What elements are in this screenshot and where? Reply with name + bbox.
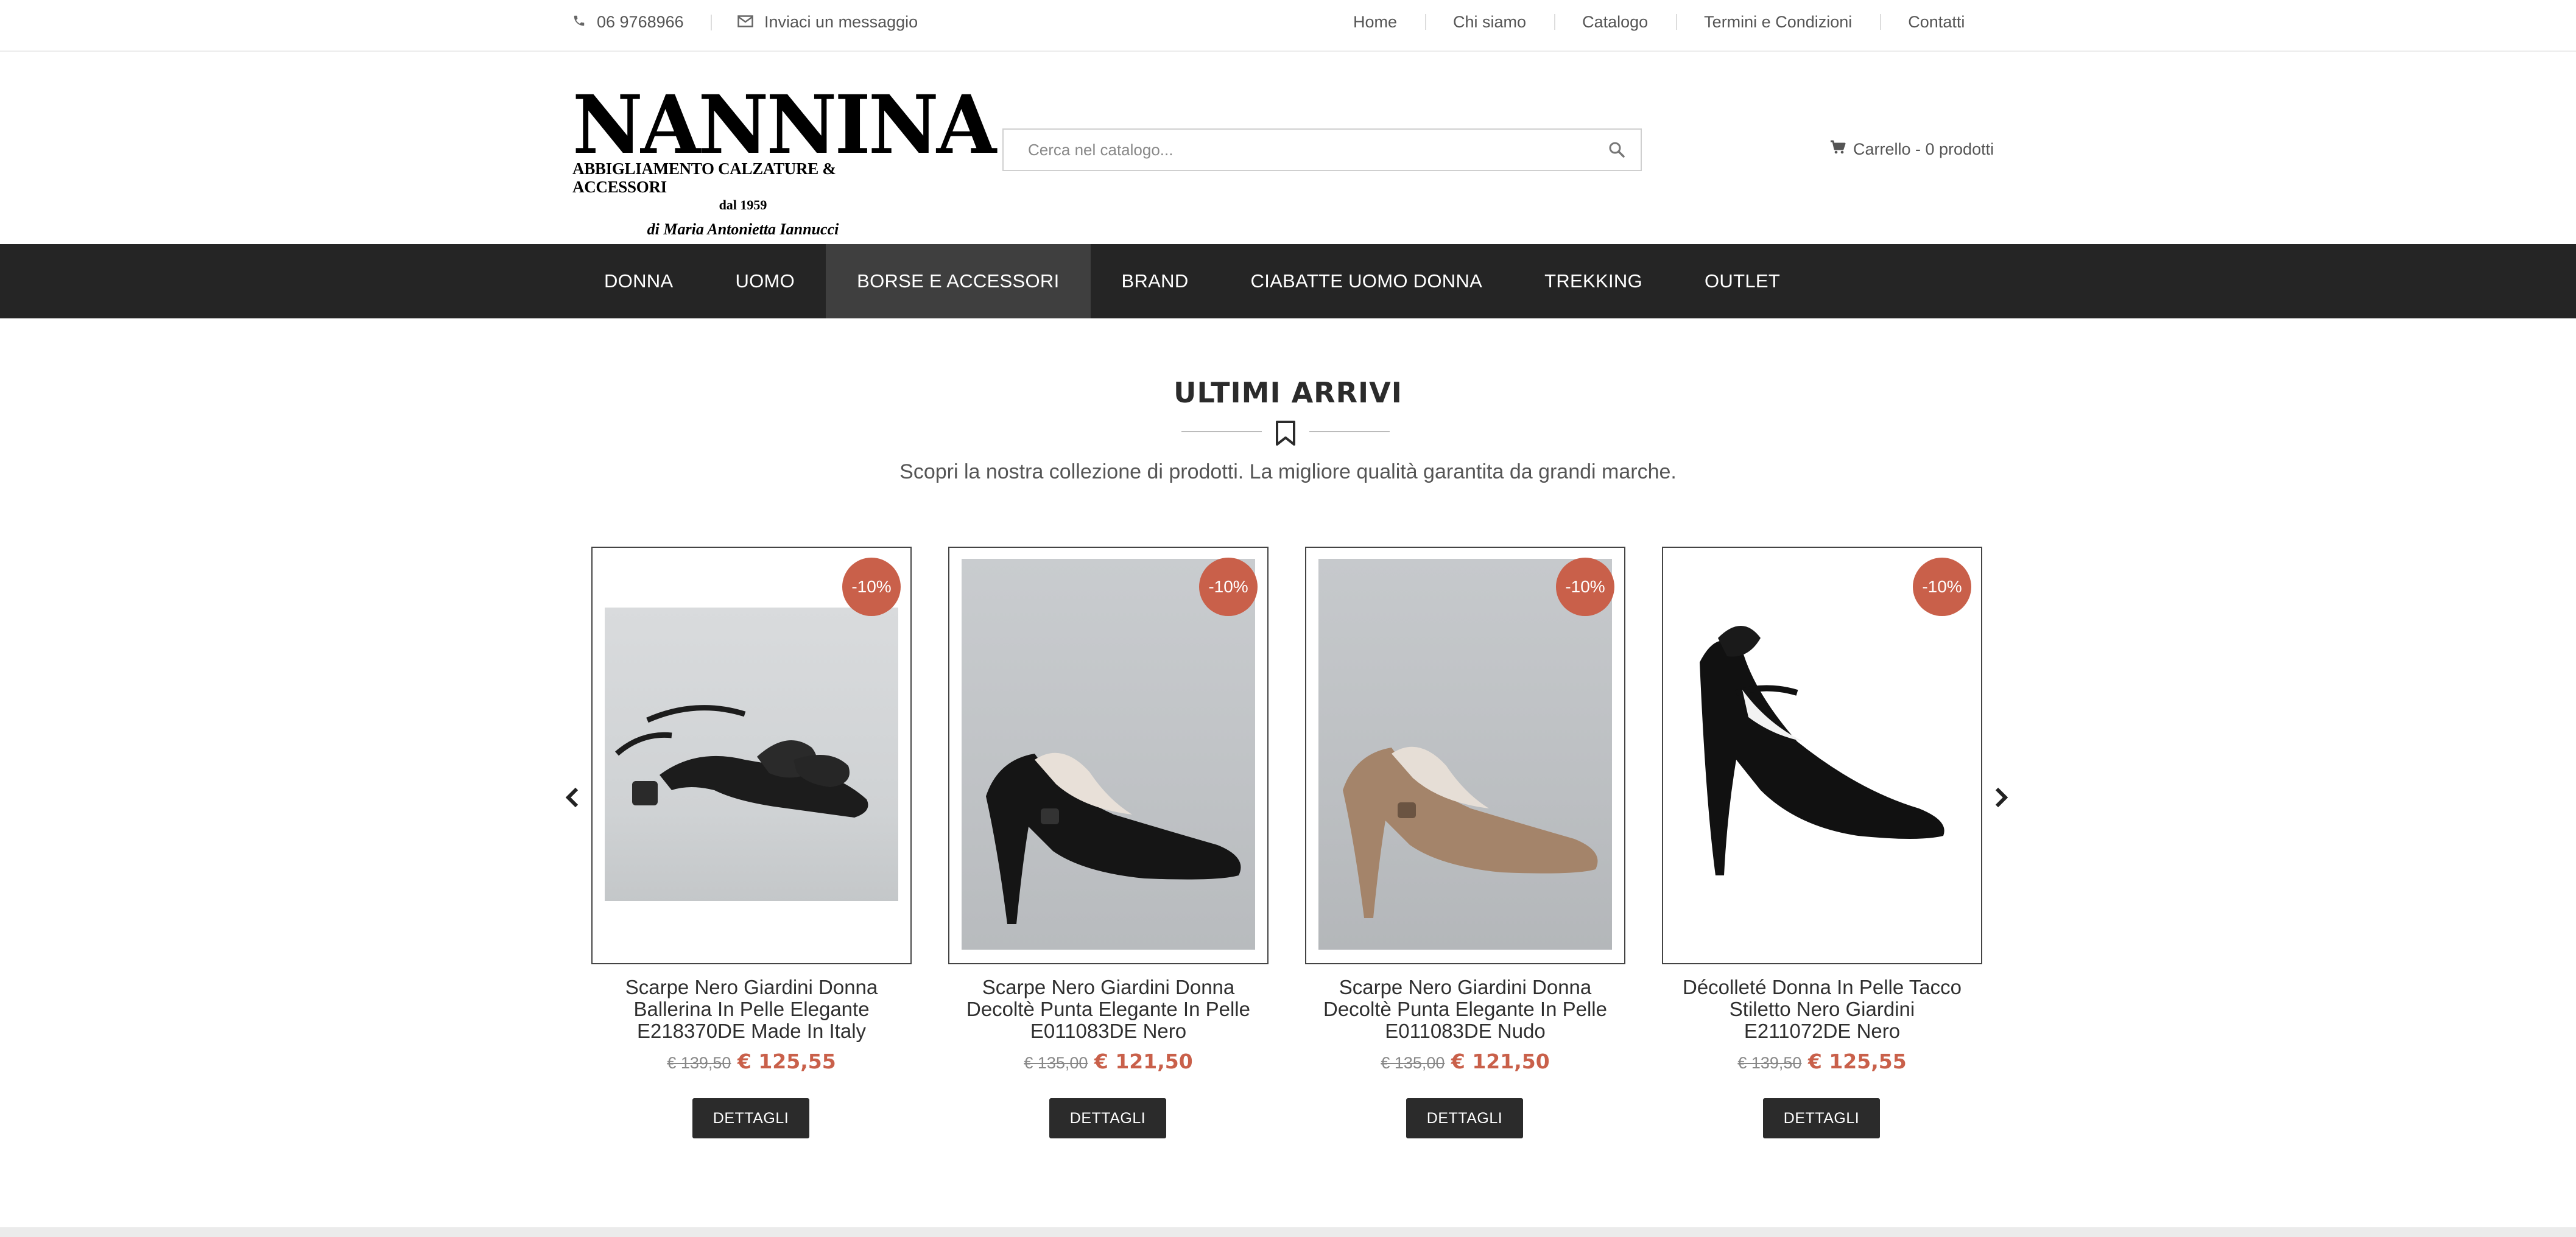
top-bar: 06 9768966 Inviaci un messaggio Home Chi… — [0, 0, 2576, 52]
cart-label: Carrello - 0 prodotti — [1853, 140, 1994, 158]
nav-brand[interactable]: BRAND — [1091, 244, 1220, 318]
discount-badge: -10% — [1913, 558, 1971, 616]
nav-ciabatte-uomo-donna[interactable]: CIABATTE UOMO DONNA — [1220, 244, 1514, 318]
title-divider-right — [1309, 431, 1390, 432]
product-image-frame[interactable]: -10% — [591, 547, 912, 964]
sale-price: € 121,50 — [1094, 1050, 1193, 1073]
product-image — [1318, 559, 1612, 950]
section-subtitle: Scopri la nostra collezione di prodotti.… — [899, 460, 1677, 483]
product-price: € 135,00 € 121,50 — [1305, 1050, 1625, 1073]
cart-icon — [1830, 140, 1846, 159]
discount-badge: -10% — [1556, 558, 1614, 616]
carousel-next-icon[interactable] — [1993, 787, 2010, 808]
product-name[interactable]: Scarpe Nero Giardini Donna Decoltè Punta… — [948, 976, 1269, 1042]
carousel-prev-icon[interactable] — [563, 787, 580, 808]
nav-uomo[interactable]: UOMO — [704, 244, 826, 318]
product-card[interactable]: -10% Décolleté Donna In Pelle Tacco Stil… — [1662, 547, 1982, 1138]
discount-badge: -10% — [1199, 558, 1258, 616]
topnav-home[interactable]: Home — [1325, 13, 1425, 32]
discount-badge: -10% — [842, 558, 901, 616]
old-price: € 135,00 — [1381, 1054, 1445, 1072]
sale-price: € 125,55 — [1807, 1050, 1907, 1073]
cart-link[interactable]: Carrello - 0 prodotti — [1830, 140, 1994, 159]
product-name[interactable]: Scarpe Nero Giardini Donna Decoltè Punta… — [1305, 976, 1625, 1042]
message-link[interactable]: Inviaci un messaggio — [737, 0, 918, 44]
section-title: ULTIMI ARRIVI — [1174, 376, 1402, 409]
logo-brand: NANNINA — [572, 78, 996, 172]
old-price: € 139,50 — [667, 1054, 731, 1072]
phone-number: 06 9768966 — [597, 12, 684, 31]
product-price: € 135,00 € 121,50 — [948, 1050, 1269, 1073]
product-card[interactable]: -10% Scarpe Nero Giardini Donna Ballerin… — [591, 547, 912, 1138]
phone-icon — [572, 13, 586, 32]
old-price: € 139,50 — [1737, 1054, 1802, 1072]
topnav-termini[interactable]: Termini e Condizioni — [1676, 13, 1880, 32]
details-button[interactable]: DETTAGLI — [692, 1098, 809, 1138]
envelope-icon — [737, 13, 753, 32]
site-logo[interactable]: NANNINA ABBIGLIAMENTO CALZATURE & ACCESS… — [572, 78, 996, 239]
search-input[interactable] — [1004, 130, 1552, 170]
sale-price: € 125,55 — [737, 1050, 836, 1073]
message-label: Inviaci un messaggio — [764, 12, 918, 31]
logo-since: dal 1959 — [719, 197, 767, 212]
sale-price: € 121,50 — [1451, 1050, 1550, 1073]
product-image — [962, 559, 1255, 950]
title-divider-left — [1181, 431, 1262, 432]
product-image-frame[interactable]: -10% — [1662, 547, 1982, 964]
details-button[interactable]: DETTAGLI — [1406, 1098, 1523, 1138]
product-price: € 139,50 € 125,55 — [1662, 1050, 1982, 1073]
search-box — [1002, 128, 1642, 171]
nav-trekking[interactable]: TREKKING — [1513, 244, 1673, 318]
main-navigation: DONNA UOMO BORSE E ACCESSORI BRAND CIABA… — [0, 244, 2576, 318]
old-price: € 135,00 — [1024, 1054, 1088, 1072]
product-card[interactable]: -10% Scarpe Nero Giardini Donna Decoltè … — [948, 547, 1269, 1138]
nav-outlet[interactable]: OUTLET — [1673, 244, 1811, 318]
footer-strip — [0, 1227, 2576, 1237]
phone-contact[interactable]: 06 9768966 — [572, 0, 684, 44]
product-image — [605, 608, 898, 901]
product-image-frame[interactable]: -10% — [1305, 547, 1625, 964]
product-price: € 139,50 € 125,55 — [591, 1050, 912, 1073]
top-navigation: Home Chi siamo Catalogo Termini e Condiz… — [1325, 0, 1993, 44]
details-button[interactable]: DETTAGLI — [1763, 1098, 1880, 1138]
product-card[interactable]: -10% Scarpe Nero Giardini Donna Decoltè … — [1305, 547, 1625, 1138]
topnav-chi-siamo[interactable]: Chi siamo — [1425, 13, 1554, 32]
product-name[interactable]: Scarpe Nero Giardini Donna Ballerina In … — [591, 976, 912, 1042]
nav-borse-e-accessori[interactable]: BORSE E ACCESSORI — [826, 244, 1091, 318]
bookmark-icon — [1276, 421, 1295, 446]
topnav-contatti[interactable]: Contatti — [1880, 13, 1993, 32]
search-icon[interactable] — [1608, 141, 1626, 159]
product-name[interactable]: Décolleté Donna In Pelle Tacco Stiletto … — [1662, 976, 1982, 1042]
logo-signature: di Maria Antonietta Iannucci — [647, 220, 839, 238]
topnav-catalogo[interactable]: Catalogo — [1554, 13, 1676, 32]
product-image — [1675, 559, 1969, 950]
details-button[interactable]: DETTAGLI — [1049, 1098, 1166, 1138]
nav-donna[interactable]: DONNA — [573, 244, 704, 318]
product-image-frame[interactable]: -10% — [948, 547, 1269, 964]
topbar-separator — [711, 15, 712, 30]
